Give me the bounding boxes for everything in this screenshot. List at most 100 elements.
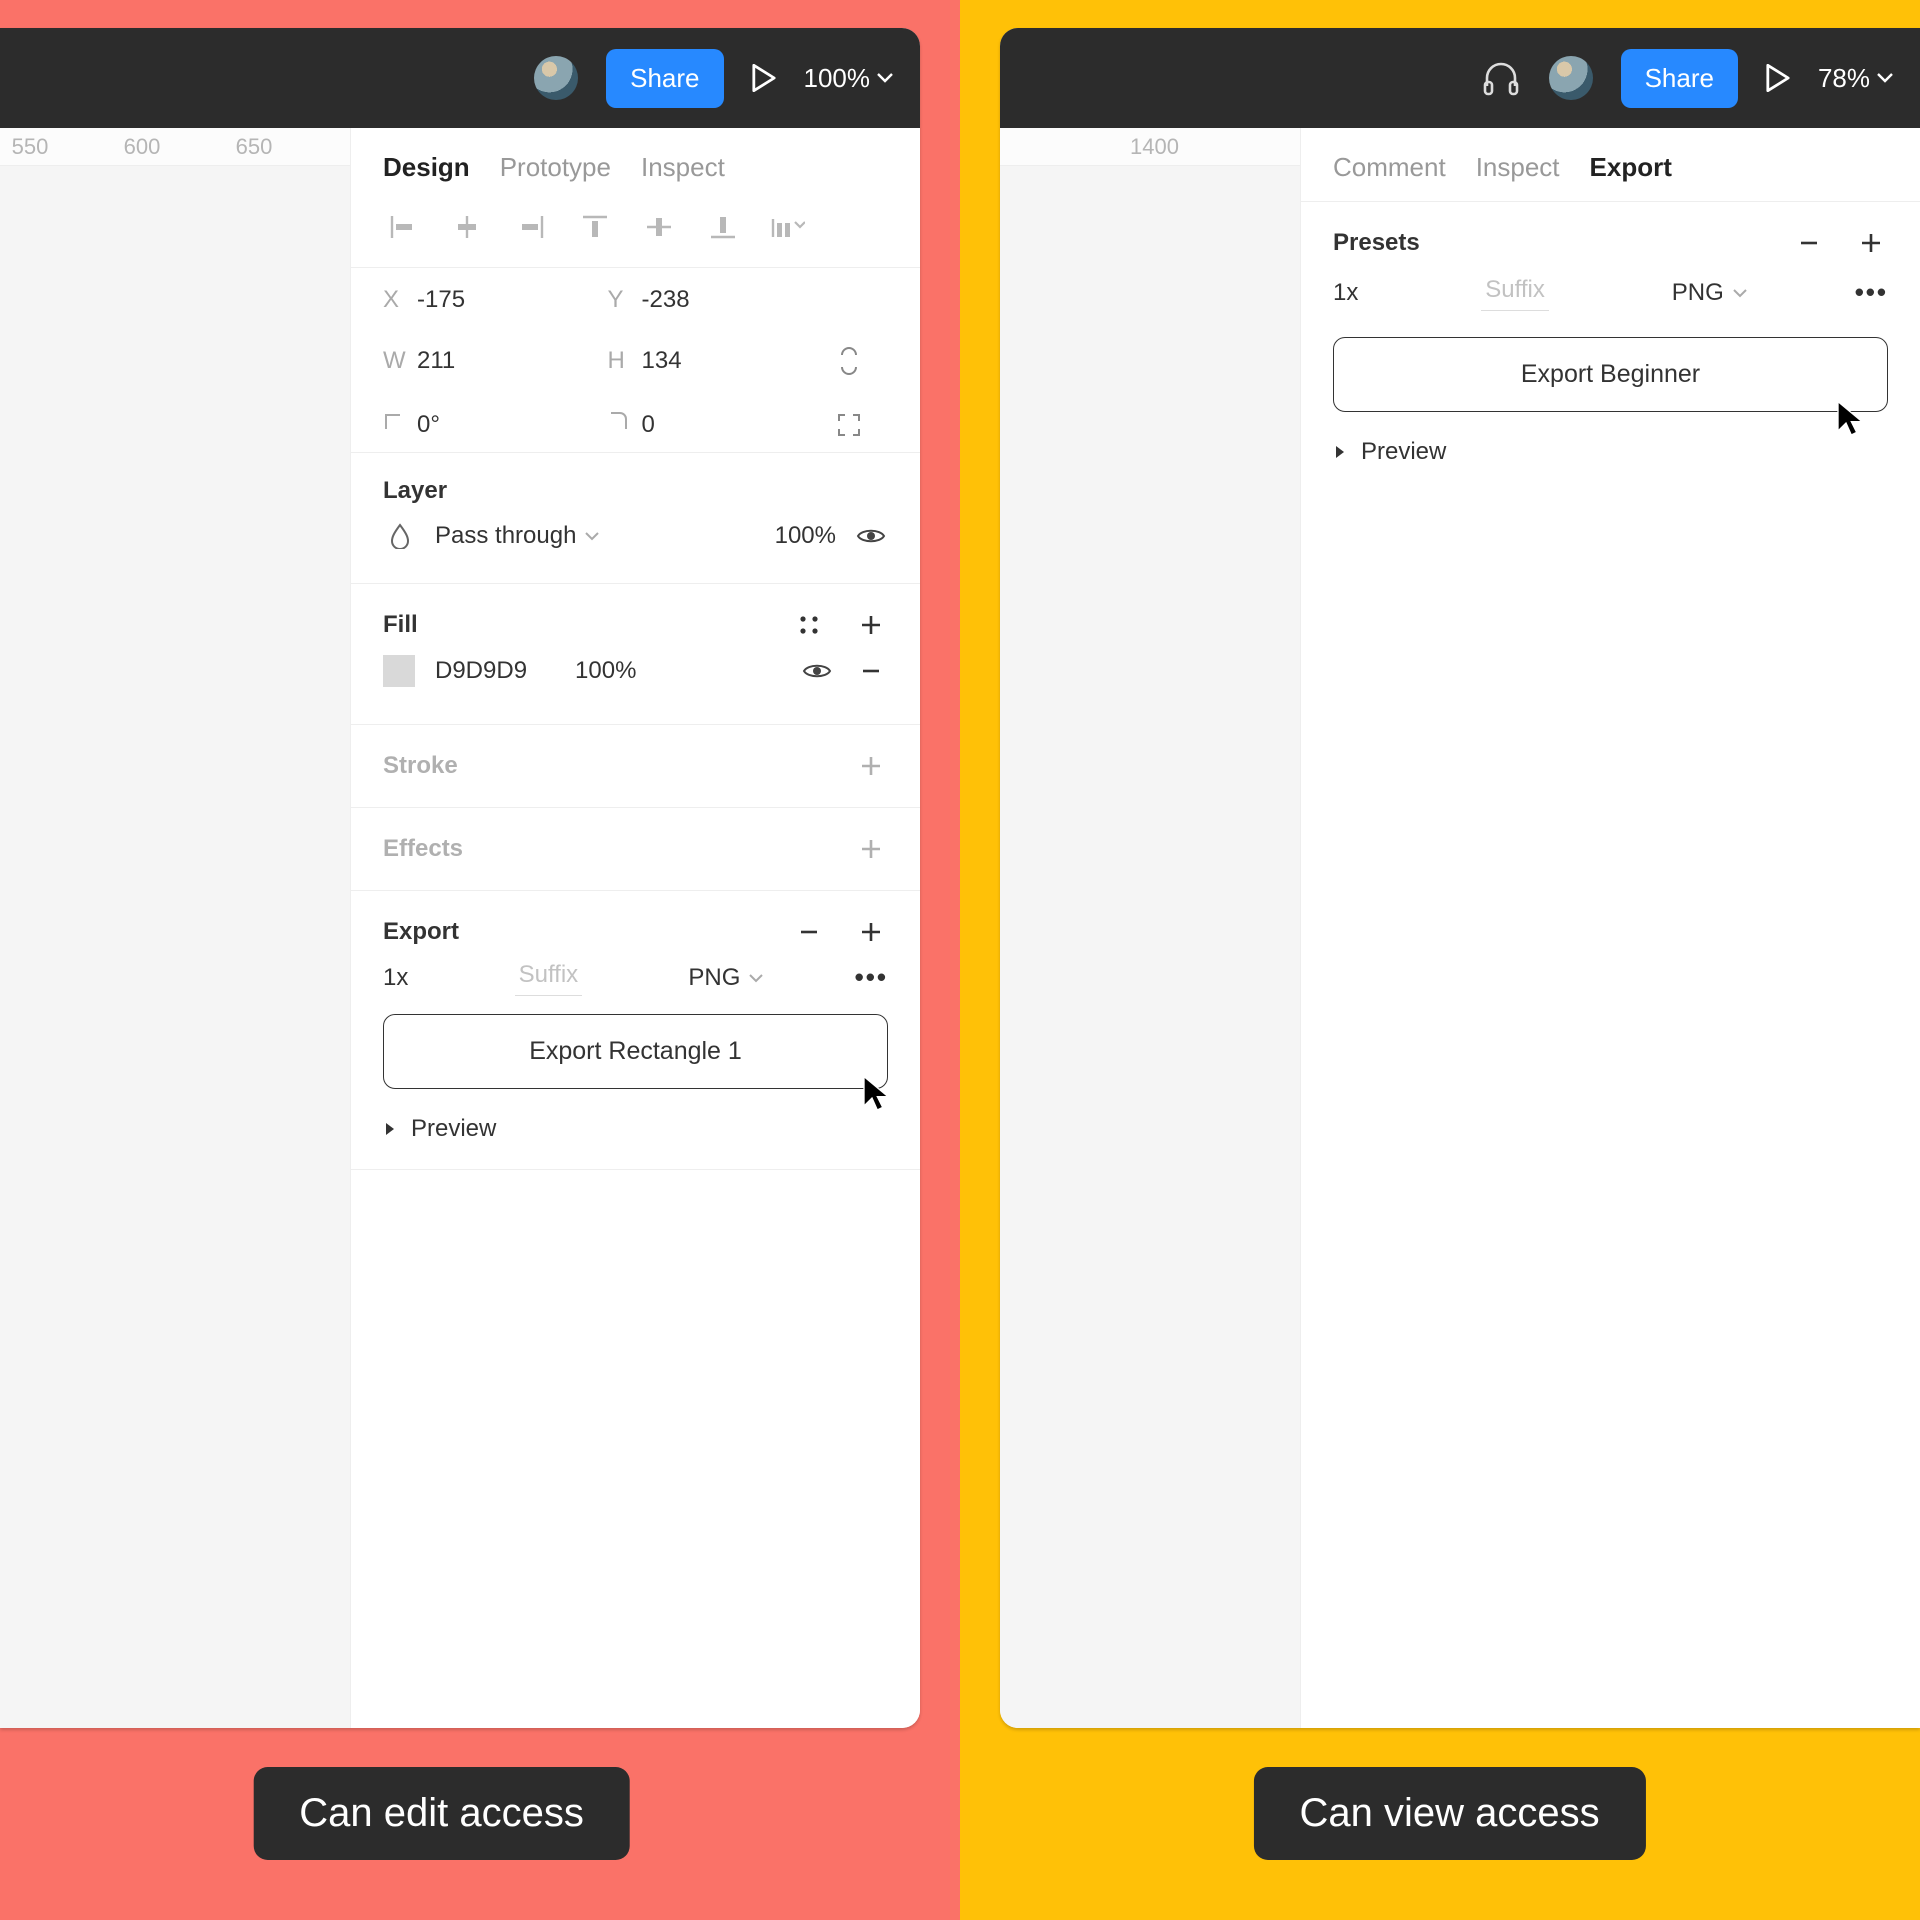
remove-export-icon[interactable]: [792, 915, 826, 949]
add-stroke-icon[interactable]: [854, 749, 888, 783]
caption-view: Can view access: [1254, 1767, 1646, 1860]
tab-inspect[interactable]: Inspect: [641, 152, 725, 183]
cursor-icon: [1833, 399, 1867, 433]
export-format-select[interactable]: PNG: [688, 964, 764, 992]
align-left-icon[interactable]: [379, 205, 427, 249]
chevron-right-icon: [383, 1121, 397, 1137]
independent-corners-icon[interactable]: [832, 408, 866, 442]
canvas-area[interactable]: 1400: [1000, 128, 1300, 1728]
tab-prototype[interactable]: Prototype: [500, 152, 611, 183]
styles-icon[interactable]: [792, 608, 826, 642]
h-label: H: [608, 347, 642, 375]
w-input[interactable]: 211: [417, 347, 608, 375]
rotation-input[interactable]: 0°: [417, 411, 608, 439]
topbar: Share 78%: [1000, 28, 1920, 128]
align-bottom-icon[interactable]: [699, 205, 747, 249]
w-label: W: [383, 347, 417, 375]
align-top-icon[interactable]: [571, 205, 619, 249]
figma-window-edit: Share 100% 550 600 650: [0, 28, 920, 1728]
export-more-icon[interactable]: •••: [1855, 277, 1888, 308]
chevron-right-icon: [1333, 444, 1347, 460]
visibility-icon[interactable]: [854, 519, 888, 553]
blend-mode-icon[interactable]: [383, 519, 417, 553]
present-icon[interactable]: [752, 64, 776, 92]
avatar[interactable]: [1549, 56, 1593, 100]
zoom-value: 78%: [1818, 63, 1870, 94]
tab-inspect[interactable]: Inspect: [1476, 152, 1560, 183]
fill-hex[interactable]: D9D9D9: [435, 657, 527, 685]
constrain-proportions-icon[interactable]: [832, 344, 866, 378]
y-input[interactable]: -238: [642, 286, 833, 314]
stroke-title: Stroke: [383, 752, 458, 780]
align-hcenter-icon[interactable]: [443, 205, 491, 249]
fill-opacity[interactable]: 100%: [575, 657, 636, 685]
export-suffix-input[interactable]: Suffix: [515, 959, 583, 996]
export-title: Export: [383, 918, 459, 946]
export-suffix-input[interactable]: Suffix: [1481, 274, 1549, 311]
align-right-icon[interactable]: [507, 205, 555, 249]
effects-title: Effects: [383, 835, 463, 863]
preview-toggle[interactable]: Preview: [1301, 420, 1920, 484]
present-icon[interactable]: [1766, 64, 1790, 92]
zoom-control[interactable]: 100%: [804, 63, 895, 94]
export-panel: Comment Inspect Export Presets: [1300, 128, 1920, 1728]
fill-section: Fill D9D9D9 100%: [351, 583, 920, 724]
blend-mode-select[interactable]: Pass through: [435, 522, 600, 550]
figma-window-view: Share 78% 1400 Comment: [1000, 28, 1920, 1728]
y-label: Y: [608, 286, 642, 314]
caption-edit: Can edit access: [253, 1767, 630, 1860]
h-input[interactable]: 134: [642, 347, 833, 375]
zoom-control[interactable]: 78%: [1818, 63, 1894, 94]
add-preset-icon[interactable]: [1854, 226, 1888, 260]
tab-design[interactable]: Design: [383, 152, 470, 183]
ruler: 1400: [1000, 128, 1300, 166]
remove-preset-icon[interactable]: [1792, 226, 1826, 260]
corner-radius-icon: [608, 411, 642, 440]
layer-opacity[interactable]: 100%: [775, 522, 836, 550]
panel-tabs: Design Prototype Inspect: [351, 128, 920, 201]
x-input[interactable]: -175: [417, 286, 608, 314]
tab-export[interactable]: Export: [1590, 152, 1672, 183]
panel-tabs: Comment Inspect Export: [1301, 128, 1920, 201]
topbar: Share 100%: [0, 28, 920, 128]
presets-section: Presets: [1301, 201, 1920, 268]
export-section: Export: [351, 890, 920, 955]
layer-title: Layer: [383, 477, 888, 505]
x-label: X: [383, 286, 417, 314]
export-preset-row: 1x Suffix PNG •••: [351, 955, 920, 996]
export-button[interactable]: Export Beginner: [1333, 337, 1888, 412]
ruler: 550 600 650: [0, 128, 350, 166]
tidy-icon[interactable]: [763, 205, 811, 249]
cursor-icon: [859, 1074, 893, 1108]
tab-comment[interactable]: Comment: [1333, 152, 1446, 183]
headphones-icon[interactable]: [1481, 58, 1521, 98]
properties-panel: Design Prototype Inspect X: [350, 128, 920, 1728]
transform-section: X -175 Y -238 W 211 H 134 0° 0: [351, 267, 920, 452]
export-preset-row: 1x Suffix PNG •••: [1301, 268, 1920, 311]
canvas-area[interactable]: 550 600 650: [0, 128, 350, 1728]
share-button[interactable]: Share: [606, 49, 723, 108]
export-format-select[interactable]: PNG: [1672, 279, 1748, 307]
rotation-icon: [383, 411, 417, 440]
add-fill-icon[interactable]: [854, 608, 888, 642]
presets-title: Presets: [1333, 229, 1420, 257]
preview-toggle[interactable]: Preview: [351, 1097, 920, 1161]
align-vcenter-icon[interactable]: [635, 205, 683, 249]
remove-fill-icon[interactable]: [854, 654, 888, 688]
share-button[interactable]: Share: [1621, 49, 1738, 108]
export-scale[interactable]: 1x: [383, 964, 408, 992]
export-scale[interactable]: 1x: [1333, 279, 1358, 307]
add-effect-icon[interactable]: [854, 832, 888, 866]
fill-visibility-icon[interactable]: [800, 654, 834, 688]
layer-section: Layer Pass through 100%: [351, 452, 920, 583]
align-tools: [351, 201, 920, 267]
fill-title: Fill: [383, 611, 418, 639]
stroke-section: Stroke: [351, 724, 920, 807]
add-export-icon[interactable]: [854, 915, 888, 949]
fill-swatch[interactable]: [383, 655, 415, 687]
avatar[interactable]: [534, 56, 578, 100]
export-button[interactable]: Export Rectangle 1: [383, 1014, 888, 1089]
corner-radius-input[interactable]: 0: [642, 411, 833, 439]
export-more-icon[interactable]: •••: [855, 962, 888, 993]
effects-section: Effects: [351, 807, 920, 890]
